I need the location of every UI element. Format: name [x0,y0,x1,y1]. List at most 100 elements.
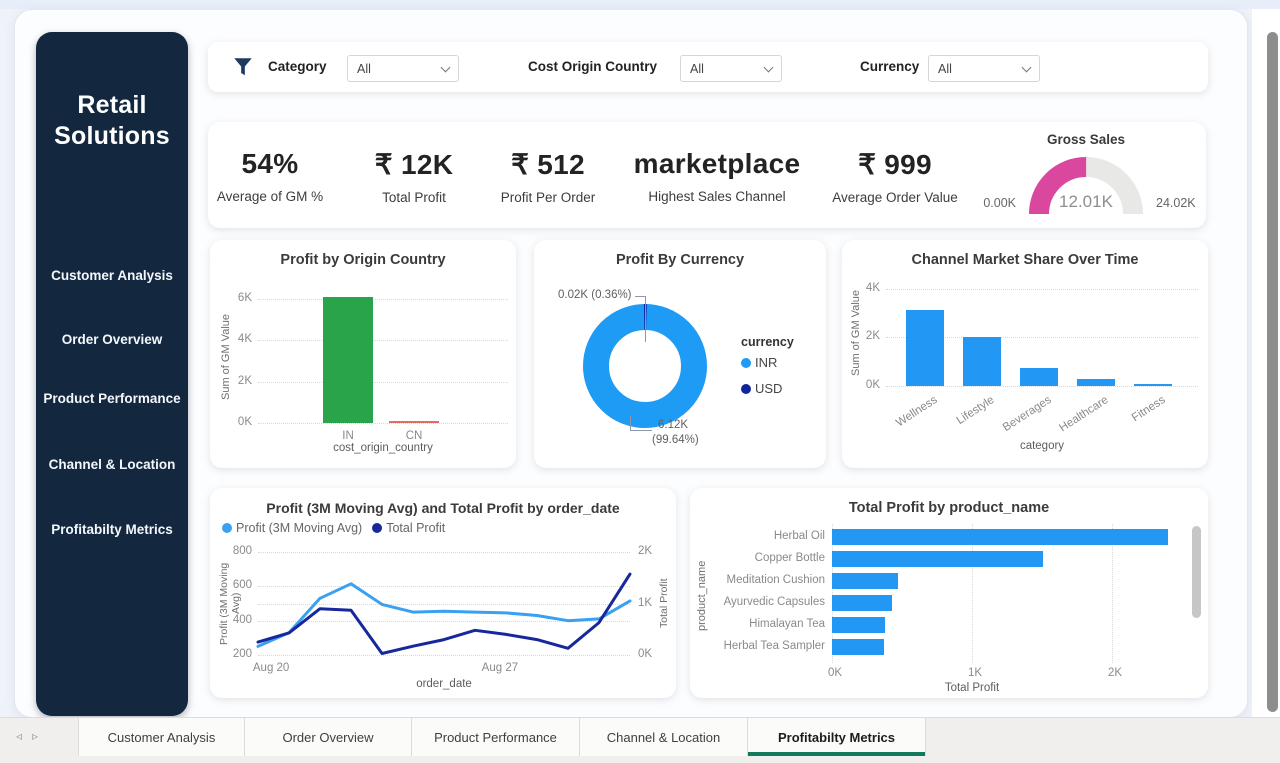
row-label: Himalayan Tea [712,618,825,630]
chevron-down-icon [764,62,774,72]
gridline [258,340,508,341]
prev-page-arrow-icon[interactable]: ◃ [16,729,32,743]
kpi-label: Average Order Value [805,190,985,205]
app-title: Retail Solutions [36,90,188,153]
sidebar: Retail Solutions Customer Analysis Order … [36,32,188,716]
chart-title: Total Profit by product_name [690,500,1208,516]
gridline [258,423,508,424]
category-label: IN [318,430,378,442]
bar-copper-bottle[interactable] [832,551,1043,567]
chart-title: Channel Market Share Over Time [842,252,1208,268]
legend-dot-icon [741,358,751,368]
x-axis-title: cost_origin_country [258,442,508,454]
filter-dropdown-cost-origin-country[interactable]: All [680,55,782,82]
x-axis-title: Total Profit [832,682,1112,694]
bar-beverages[interactable] [1020,368,1058,386]
filter-dropdown-currency[interactable]: All [928,55,1040,82]
gauge-title: Gross Sales [960,132,1212,147]
tab-product-performance[interactable]: Product Performance [412,718,580,756]
callout-label-inr-pct: (99.64%) [652,434,699,446]
bar-wellness[interactable] [906,310,944,386]
callout-line [630,416,631,430]
chart-total-profit-by-product: Total Profit by product_name 0K1K2KHerba… [690,488,1208,698]
legend-label: INR [755,355,777,370]
bar-lifestyle[interactable] [963,337,1001,386]
kpi-value: ₹ 512 [458,148,638,181]
category-label: Lifestyle [931,394,996,442]
sidebar-item-channel-location[interactable]: Channel & Location [36,457,188,472]
top-strip [0,0,1280,9]
category-label: CN [384,430,444,442]
chevron-down-icon [441,62,451,72]
filter-label-0: Category [268,59,327,74]
bar-herbal-oil[interactable] [832,529,1168,545]
sidebar-item-order-overview[interactable]: Order Overview [36,332,188,347]
tab-order-overview[interactable]: Order Overview [245,718,412,756]
row-label: Meditation Cushion [712,574,825,586]
active-tab-underline [748,752,925,756]
kpi-label: Profit Per Order [458,190,638,205]
filter-bar: CategoryAllCost Origin CountryAllCurrenc… [208,42,1208,92]
callout-label-inr: 6.12K [658,419,688,431]
tab-profitabilty-metrics[interactable]: Profitabilty Metrics [748,718,926,756]
funnel-icon [232,56,254,78]
callout-label-usd: 0.02K (0.36%) [558,289,632,301]
row-label: Ayurvedic Capsules [712,596,825,608]
gridline [258,299,508,300]
row-label: Herbal Oil [712,530,825,542]
bar-healthcare[interactable] [1077,379,1115,386]
line-plot[interactable] [210,488,676,698]
callout-line [630,430,652,431]
filter-dropdown-category[interactable]: All [347,55,459,82]
legend-item-inr[interactable]: INR [741,355,777,370]
tab-customer-analysis[interactable]: Customer Analysis [78,718,245,756]
bar-herbal-tea-sampler[interactable] [832,639,884,655]
bar-himalayan-tea[interactable] [832,617,885,633]
gridline [886,289,1198,290]
bar-in[interactable] [323,297,373,423]
legend-title: currency [741,335,794,349]
category-label: Beverages [988,394,1053,442]
bar-meditation-cushion[interactable] [832,573,898,589]
callout-line [645,296,646,342]
line-series[interactable] [258,574,630,653]
kpi-card: 54%Average of GM %₹ 12KTotal Profit₹ 512… [208,122,1206,228]
row-label: Copper Bottle [712,552,825,564]
bar-ayurvedic-capsules[interactable] [832,595,892,611]
kpi-profit-per-order: ₹ 512 Profit Per Order [458,148,638,205]
y-axis-title: Sum of GM Value [220,292,232,423]
category-label: Healthcare [1045,394,1110,442]
category-label: Fitness [1102,394,1167,442]
gauge-value: 12.01K [1006,192,1166,212]
gauge-visual[interactable]: Gross Sales 12.01K 0.00K 24.02K [960,126,1210,226]
kpi-value: marketplace [627,148,807,180]
chart-profit-by-origin-country: Profit by Origin Country 0K2K4K6KINCNSum… [210,240,516,468]
vertical-scrollbar[interactable] [1267,32,1278,712]
dropdown-value: All [690,62,704,76]
sidebar-item-product-performance[interactable]: Product Performance [36,391,188,406]
chart-channel-market-share: Channel Market Share Over Time 0K2K4KWel… [842,240,1208,468]
next-page-arrow-icon[interactable]: ▹ [32,729,48,743]
sidebar-item-customer-analysis[interactable]: Customer Analysis [36,268,188,283]
chart-profit-moving-avg: Profit (3M Moving Avg) and Total Profit … [210,488,676,698]
dropdown-value: All [357,62,371,76]
chart-scrollbar[interactable] [1192,526,1201,618]
filter-label-2: Currency [860,59,919,74]
row-label: Herbal Tea Sampler [712,640,825,652]
gridline [886,386,1198,387]
gauge-max: 24.02K [1156,196,1208,210]
chevron-down-icon [1022,62,1032,72]
chart-profit-by-currency: Profit By Currency 0.02K (0.36%)6.12K(99… [534,240,826,468]
tab-channel-location[interactable]: Channel & Location [580,718,748,756]
category-label: Wellness [874,394,939,442]
kpi-average-order-value: ₹ 999 Average Order Value [805,148,985,205]
chart-title: Profit by Origin Country [210,252,516,268]
bar-fitness[interactable] [1134,384,1172,386]
y-axis-title: product_name [696,533,708,658]
sidebar-item-profitabilty-metrics[interactable]: Profitabilty Metrics [36,522,188,537]
legend-item-usd[interactable]: USD [741,381,782,396]
dropdown-value: All [938,62,952,76]
bar-cn[interactable] [389,421,439,423]
gauge-min: 0.00K [964,196,1016,210]
kpi-value: ₹ 999 [805,148,985,181]
